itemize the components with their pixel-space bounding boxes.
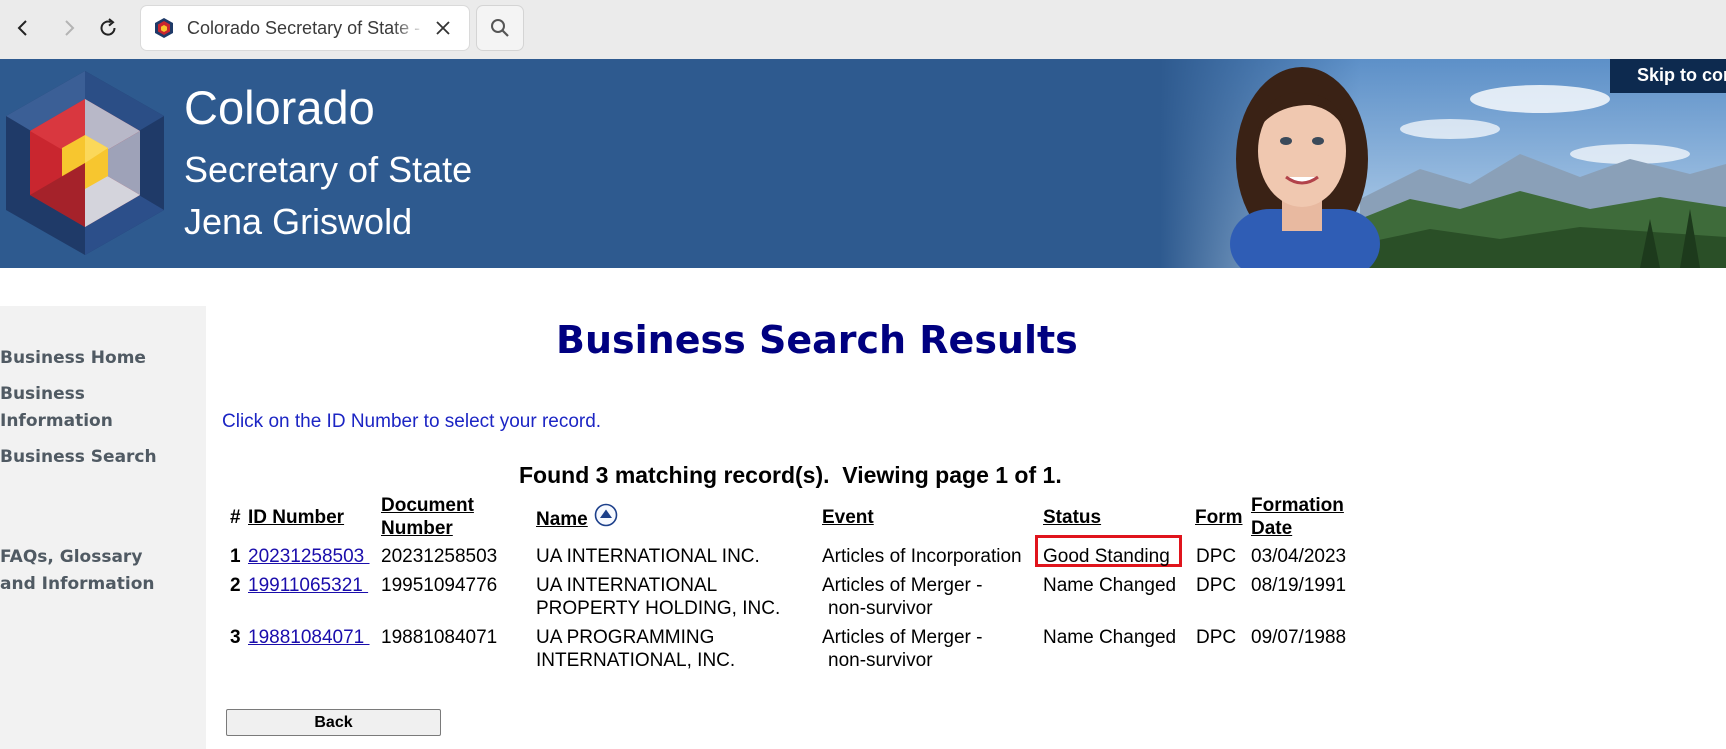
event-line1: Articles of Merger - (822, 627, 983, 648)
page-title: Business Search Results (556, 318, 1078, 362)
search-button[interactable] (477, 6, 523, 50)
colorado-sos-logo (2, 69, 168, 259)
row-number: 2 (230, 575, 241, 596)
document-number: 19951094776 (381, 575, 498, 596)
header-name[interactable]: Name (536, 508, 588, 531)
entity-name-line1: UA INTERNATIONAL (536, 575, 718, 596)
banner-official-name: Jena Griswold (184, 201, 413, 242)
sidebar: Business Home Business Information Busin… (0, 306, 206, 749)
sidebar-item-business-search[interactable]: Business Search (0, 444, 200, 471)
entity-name-line2: INTERNATIONAL, INC. (536, 650, 736, 671)
event-line2: non-survivor (828, 598, 933, 619)
document-number: 19881084071 (381, 627, 498, 648)
form: DPC (1196, 575, 1237, 596)
row-number: 3 (230, 627, 241, 648)
status: Name Changed (1043, 575, 1177, 596)
banner-office-name: Secretary of State (184, 149, 473, 190)
event: Articles of Incorporation (822, 546, 1022, 567)
header-form[interactable]: Form (1195, 506, 1243, 529)
browser-toolbar: Colorado Secretary of State - Business S… (0, 0, 1726, 60)
entity-name: UA INTERNATIONAL INC. (536, 546, 760, 567)
sidebar-item-label-line2: and Information (0, 574, 155, 594)
sort-ascending-icon[interactable] (594, 503, 618, 527)
skip-to-content-link[interactable]: Skip to content (1610, 59, 1726, 93)
header-formation-date-line1: Formation (1251, 495, 1344, 516)
header-row-number: # (230, 507, 241, 528)
formation-date: 03/04/2023 (1251, 546, 1347, 567)
instruction-text: Click on the ID Number to select your re… (222, 411, 602, 432)
banner-state-name: Colorado (184, 81, 375, 134)
event-line2: non-survivor (828, 650, 933, 671)
header-status[interactable]: Status (1043, 506, 1101, 529)
sidebar-item-label: Business Home (0, 348, 146, 368)
sidebar-item-faqs-glossary[interactable]: FAQs, Glossary and Information (0, 544, 200, 598)
event-line1: Articles of Merger - (822, 575, 983, 596)
id-number-link[interactable]: 20231258503 (248, 545, 370, 568)
sidebar-item-business-home[interactable]: Business Home (0, 345, 200, 372)
sidebar-item-label-line1: FAQs, Glossary (0, 547, 143, 567)
header-document-number-line1: Document (381, 495, 474, 516)
colorado-sos-favicon-icon (153, 17, 175, 39)
form: DPC (1196, 627, 1237, 648)
header-formation-date[interactable]: Formation Date (1251, 494, 1344, 540)
back-button[interactable]: Back (226, 709, 441, 736)
entity-name-line1: UA PROGRAMMING (536, 627, 715, 648)
reload-icon[interactable] (91, 10, 125, 46)
status: Good Standing (1043, 546, 1170, 567)
row-number: 1 (230, 546, 241, 567)
header-formation-date-line2: Date (1251, 518, 1293, 539)
close-tab-icon[interactable] (433, 18, 453, 38)
document-number: 20231258503 (381, 546, 498, 567)
result-summary: Found 3 matching record(s). Viewing page… (519, 462, 1062, 488)
back-arrow-icon[interactable] (6, 10, 40, 46)
entity-name-line2: PROPERTY HOLDING, INC. (536, 598, 781, 619)
status: Name Changed (1043, 627, 1177, 648)
tab-title: Colorado Secretary of State - Business S… (187, 18, 423, 38)
tab-title-fade (393, 6, 425, 50)
site-banner: Colorado Secretary of State Jena Griswol… (0, 59, 1726, 268)
search-icon (491, 19, 509, 37)
id-number-link[interactable]: 19881084071 (248, 626, 370, 649)
header-document-number-line2: Number (381, 518, 453, 539)
sidebar-item-label: Business Search (0, 447, 157, 467)
sidebar-item-label-line2: Information (0, 411, 113, 431)
sidebar-item-business-information[interactable]: Business Information (0, 381, 200, 435)
formation-date: 08/19/1991 (1251, 575, 1347, 596)
forward-arrow-icon[interactable] (52, 10, 86, 46)
formation-date: 09/07/1988 (1251, 627, 1347, 648)
sidebar-item-label-line1: Business (0, 384, 85, 404)
header-document-number[interactable]: Document Number (381, 494, 474, 540)
header-event[interactable]: Event (822, 506, 874, 529)
header-id-number[interactable]: ID Number (248, 506, 344, 529)
form: DPC (1196, 546, 1237, 567)
browser-tab[interactable]: Colorado Secretary of State - Business S… (141, 6, 469, 50)
id-number-link[interactable]: 19911065321 (248, 574, 368, 597)
